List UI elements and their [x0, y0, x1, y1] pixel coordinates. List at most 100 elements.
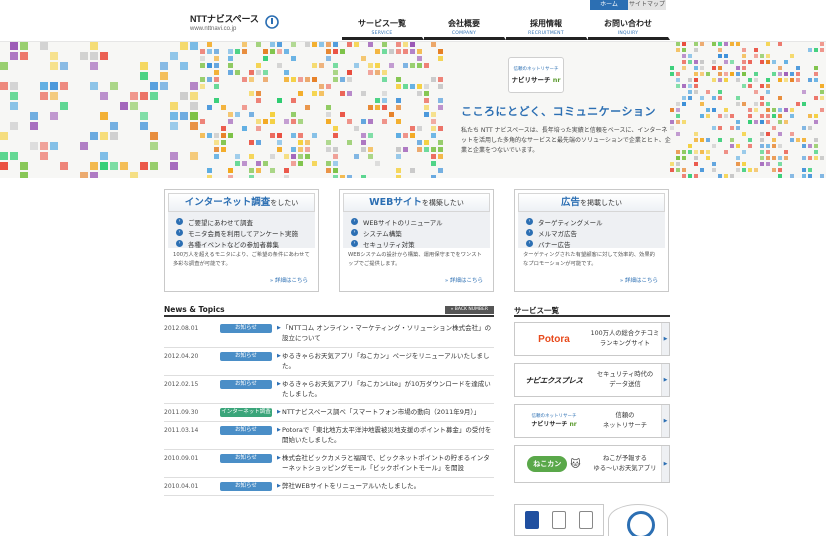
- mosaic-square: [284, 119, 289, 124]
- navi-research-badge[interactable]: 信頼のネットリサーチ ナビリサーチ nr: [508, 57, 564, 93]
- mosaic-square: [814, 150, 818, 154]
- mosaic-square: [361, 119, 366, 124]
- mosaic-square: [263, 77, 268, 82]
- list-item[interactable]: › ターゲティングメール: [526, 216, 657, 227]
- category-badge: お知らせ: [220, 454, 272, 463]
- mosaic-square: [333, 49, 338, 54]
- nav-company[interactable]: 会社概要 COMPANY: [424, 12, 506, 40]
- mosaic-square: [688, 90, 692, 94]
- news-item[interactable]: 2012.04.20 お知らせ ▶ ゆるきゃらお天気アプリ「ねこカン」ページをリ…: [164, 348, 494, 376]
- mosaic-square: [766, 60, 770, 64]
- mosaic-square: [249, 140, 254, 145]
- mosaic-square: [736, 156, 740, 160]
- mosaic-square: [263, 119, 268, 124]
- mosaic-square: [736, 72, 740, 76]
- list-item[interactable]: › メルマガ広告: [526, 227, 657, 238]
- list-item[interactable]: › 各種イベントなどの参加者募集: [176, 238, 307, 249]
- privacy-mark-icon[interactable]: [608, 504, 668, 536]
- nav-inquiry[interactable]: お問い合わせ INQUIRY: [588, 12, 670, 40]
- mosaic-square: [718, 66, 722, 70]
- mosaic-square: [712, 42, 716, 46]
- side-service-potora[interactable]: Potora 100万人の総合クチコミ ランキングサイト ▶: [514, 322, 670, 356]
- site-logo[interactable]: NTTナビスペース www.nttnavi.co.jp: [190, 12, 279, 32]
- mosaic-square: [368, 63, 373, 68]
- mosaic-square: [333, 161, 338, 166]
- mosaic-square: [382, 49, 387, 54]
- service-box-heading[interactable]: WEBサイトを構築したい: [343, 193, 490, 212]
- mosaic-square: [277, 140, 282, 145]
- mosaic-square: [347, 119, 352, 124]
- mosaic-square: [417, 126, 422, 131]
- mosaic-square: [291, 154, 296, 159]
- news-item[interactable]: 2012.02.15 お知らせ ▶ ゆるきゃらお天気アプリ「ねこカンLite」が…: [164, 376, 494, 404]
- mosaic-square: [676, 78, 680, 82]
- news-item[interactable]: 2012.08.01 お知らせ ▶ 「NTTコム オンライン・マーケティング・ソ…: [164, 320, 494, 348]
- mosaic-square: [417, 147, 422, 152]
- mosaic-square: [214, 63, 219, 68]
- side-service-naviexpress[interactable]: ナビエクスプレス セキュリティ時代の データ送信 ▶: [514, 363, 670, 397]
- hero-title: こころにとどく、コミュニケーション: [461, 105, 656, 118]
- mosaic-square: [706, 150, 710, 154]
- mosaic-square: [784, 72, 788, 76]
- list-item[interactable]: › ご要望にあわせて調査: [176, 216, 307, 227]
- side-service-nekokan[interactable]: ねこカン 🐱 ねこが予報する ゆる〜いお天気アプリ ▶: [514, 445, 670, 483]
- news-item[interactable]: 2011.03.14 お知らせ ▶ Potoraで「東北地方太平洋沖地震被災地支…: [164, 422, 494, 450]
- certification-banner[interactable]: [514, 504, 604, 536]
- details-link[interactable]: » 詳細はこちら: [165, 276, 318, 284]
- mosaic-square: [298, 77, 303, 82]
- mosaic-square: [249, 70, 254, 75]
- news-item[interactable]: 2010.09.01 お知らせ ▶ 株式会社ビックカメラと福岡で、ビックネットポ…: [164, 450, 494, 478]
- category-badge: お知らせ: [220, 352, 272, 361]
- mosaic-square: [712, 162, 716, 166]
- mosaic-square: [389, 112, 394, 117]
- list-item[interactable]: › セキュリティ対策: [351, 238, 482, 249]
- mosaic-square: [790, 132, 794, 136]
- list-item[interactable]: › WEBサイトのリニューアル: [351, 216, 482, 227]
- mosaic-square: [0, 162, 8, 170]
- details-link[interactable]: » 詳細はこちら: [515, 276, 668, 284]
- back-number-button[interactable]: » BACK NUMBER: [444, 306, 494, 314]
- mosaic-square: [150, 82, 158, 90]
- mosaic-square: [712, 168, 716, 172]
- mosaic-square: [333, 147, 338, 152]
- mosaic-square: [207, 133, 212, 138]
- details-link[interactable]: » 詳細はこちら: [340, 276, 493, 284]
- nav-service[interactable]: サービス一覧 SERVICE: [342, 12, 424, 40]
- mosaic-square: [676, 114, 680, 118]
- side-service-naviresearch[interactable]: 信頼のネットリサーチ ナビリサーチ nr 信頼の ネットリサーチ ▶: [514, 404, 670, 438]
- mosaic-square: [748, 114, 752, 118]
- mosaic-square: [694, 66, 698, 70]
- mosaic-square: [100, 152, 108, 160]
- sitemap-link[interactable]: サイトマップ: [628, 0, 666, 10]
- mosaic-square: [180, 62, 188, 70]
- mosaic-square: [417, 56, 422, 61]
- mosaic-square: [277, 42, 282, 47]
- mosaic-square: [396, 168, 401, 173]
- mosaic-square: [270, 133, 275, 138]
- news-item[interactable]: 2011.09.30 インターネット調査 ▶ NTTナビスペース調べ「スマートフ…: [164, 404, 494, 422]
- list-item[interactable]: › モニタ会員を利用してアンケート実施: [176, 227, 307, 238]
- mosaic-square: [20, 52, 28, 60]
- mosaic-square: [256, 119, 261, 124]
- service-box-heading[interactable]: 広告を掲載したい: [518, 193, 665, 212]
- mosaic-square: [712, 66, 716, 70]
- mosaic-square: [688, 150, 692, 154]
- mosaic-square: [814, 144, 818, 148]
- mosaic-square: [688, 84, 692, 88]
- news-item[interactable]: 2010.04.01 お知らせ ▶ 弊社WEBサイトをリニューアルいたしました。: [164, 478, 494, 496]
- mosaic-square: [754, 48, 758, 52]
- certification-mark-icon: [525, 511, 540, 529]
- mosaic-square: [706, 114, 710, 118]
- mosaic-square: [361, 133, 366, 138]
- list-item[interactable]: › バナー広告: [526, 238, 657, 249]
- list-item[interactable]: › システム構築: [351, 227, 482, 238]
- nav-recruitment[interactable]: 採用情報 RECRUITMENT: [506, 12, 588, 40]
- mosaic-square: [305, 77, 310, 82]
- service-box-heading[interactable]: インターネット調査をしたい: [168, 193, 315, 212]
- mosaic-square: [790, 72, 794, 76]
- mosaic-square: [700, 114, 704, 118]
- home-link[interactable]: ホーム: [590, 0, 628, 10]
- mosaic-square: [200, 84, 205, 89]
- service-box-desc: ターゲティングされた有望顧客に対して効率的、効果的なプロモーションが可能です。: [523, 252, 655, 267]
- mosaic-square: [277, 98, 282, 103]
